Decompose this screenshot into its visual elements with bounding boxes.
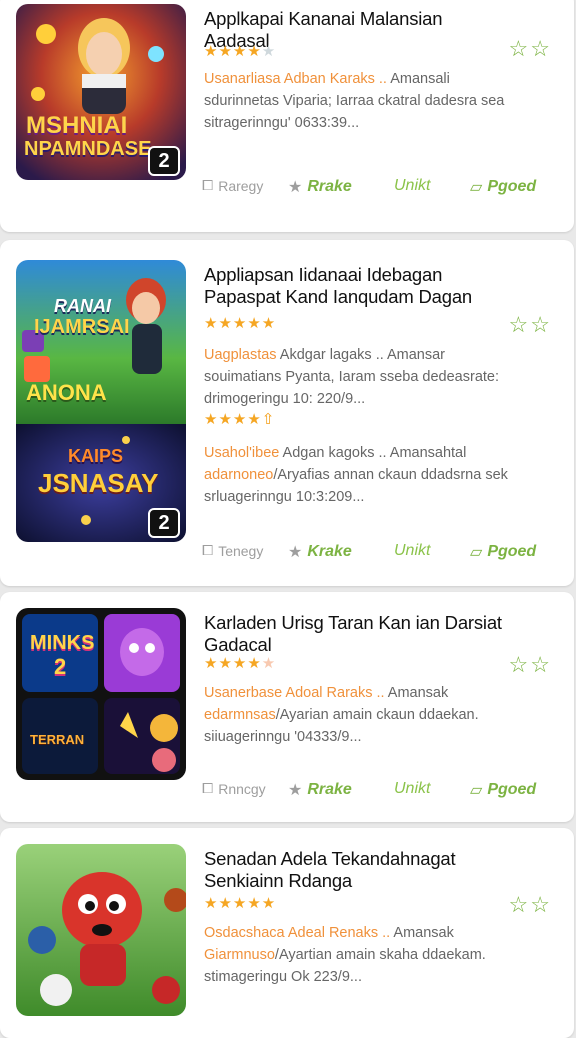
thumbnail-text-3: ANONA: [26, 380, 107, 405]
bag-icon: ⧠: [202, 542, 214, 558]
bag-icon: ⧠: [202, 177, 214, 193]
action-d-label: Pgoed: [487, 543, 537, 560]
action-b-button[interactable]: ★ Rrake: [288, 780, 352, 800]
desc-text: Amansak: [390, 925, 454, 941]
card-actions: ⧠ Rnncgy ★ Rrake Unikt ▱ Pgoed: [202, 780, 562, 806]
action-a-label: Rnncgy: [218, 780, 266, 797]
desc-accent: edarmnsas: [204, 707, 276, 723]
desc-text: Amansali: [386, 71, 450, 87]
desc-accent: Giarmnuso: [204, 947, 275, 963]
thumbnail-text-1: MSHNIAI: [26, 112, 128, 139]
thumbnail-badge: 2: [148, 146, 180, 176]
comment-icon: ▱: [470, 179, 483, 196]
desc-text: Akdgar lagaks .. Amansar: [276, 347, 445, 363]
action-b-label: Rrake: [307, 781, 352, 798]
app-thumbnail[interactable]: MSHNIAI NPAMNDASE 2: [16, 4, 186, 180]
action-a-button[interactable]: ⧠ Rnncgy: [202, 780, 266, 797]
star-icon: ★: [288, 782, 303, 799]
desc-text: srluagerinngu 10:3:209...: [204, 489, 365, 505]
action-b-button[interactable]: ★ Rrake: [288, 177, 352, 197]
desc-accent: Usanerbase Adoal Raraks ..: [204, 685, 385, 701]
desc-accent: Uagplastas: [204, 347, 277, 363]
action-c-label: Unikt: [394, 542, 431, 559]
desc-text: /Ayarian amain ckaun ddaekan.: [275, 707, 479, 723]
action-c-label: Unikt: [394, 177, 431, 194]
comment-icon: ▱: [470, 544, 483, 561]
favorite-stars-icon[interactable]: ☆☆: [509, 892, 552, 918]
desc-text: sdurinnetas Viparia; Iarraa ckatral dade…: [204, 93, 505, 109]
app-title[interactable]: Senadan Adela Tekandahnagat Senkiainn Rd…: [204, 848, 504, 892]
desc-text: Adgan kagoks .. Amansahtal: [279, 445, 467, 461]
desc-accent: Usanarliasa Adban Karaks ..: [204, 71, 387, 87]
thumbnail-text-2: IJAMRSAI: [34, 316, 130, 338]
desc-text: sitragerinngu' 0633:39...: [204, 115, 360, 131]
rating-stars: ★★★★★: [204, 43, 277, 60]
app-description: Osdacshaca Adeal Renaks .. Amansak Giarm…: [204, 922, 549, 988]
action-c-button[interactable]: Unikt: [394, 177, 430, 195]
action-a-label: Tenegy: [218, 542, 264, 559]
app-description: Uagplastas Akdgar lagaks .. Amansar soui…: [204, 344, 549, 410]
desc-text: siiuagerinngu '04333/9...: [204, 729, 362, 745]
thumbnail-text-1: MINKS: [30, 632, 95, 654]
favorite-stars-icon[interactable]: ☆☆: [509, 36, 552, 62]
rating-stars: ★★★★★: [204, 655, 277, 672]
desc-accent: adarnoneo: [204, 467, 274, 483]
action-d-label: Pgoed: [487, 178, 537, 195]
app-description-secondary: Usahol'ibee Adgan kagoks .. Amansahtal a…: [204, 442, 549, 508]
desc-text: Amansak: [384, 685, 449, 701]
action-b-label: Rrake: [307, 178, 352, 195]
action-b-label: Krake: [307, 543, 352, 560]
app-thumbnail[interactable]: MINKS 2 TERRAN: [16, 608, 186, 780]
desc-text: /Aryafias annan ckaun ddadsrna sek: [273, 467, 508, 483]
app-card[interactable]: MSHNIAI NPAMNDASE 2 Applkapai Kananai Ma…: [0, 0, 574, 232]
card-actions: ⧠ Raregy ★ Rrake Unikt ▱ Pgoed: [202, 177, 562, 203]
action-a-button[interactable]: ⧠ Tenegy: [202, 542, 263, 559]
app-description: Usanarliasa Adban Karaks .. Amansali sdu…: [204, 68, 549, 134]
app-title[interactable]: Karladen Urisg Taran Kan ian Darsiat Gad…: [204, 612, 534, 656]
star-icon: ★: [288, 179, 303, 196]
thumbnail-text-3: TERRAN: [30, 732, 85, 747]
rating-stars: ★★★★★: [204, 315, 277, 332]
action-b-button[interactable]: ★ Krake: [288, 542, 352, 562]
thumbnail-text-5: JSNASAY: [38, 468, 159, 498]
app-card[interactable]: RANAI IJAMRSAI ANONA KAIPS JSNASAY 2 App…: [0, 240, 574, 586]
desc-text: stimageringu Ok 223/9...: [204, 969, 362, 985]
action-a-label: Raregy: [218, 177, 264, 194]
app-thumbnail[interactable]: RANAI IJAMRSAI ANONA KAIPS JSNASAY 2: [16, 260, 186, 542]
desc-text: drimogeringu 10: 220/9...: [204, 391, 366, 407]
rating-stars: ★★★★★: [204, 895, 277, 912]
action-a-button[interactable]: ⧠ Raregy: [202, 177, 263, 194]
app-thumbnail[interactable]: [16, 844, 186, 1016]
action-c-button[interactable]: Unikt: [394, 780, 430, 798]
action-d-button[interactable]: ▱ Pgoed: [470, 780, 536, 800]
desc-text: souimatians Pyanta, Iaram sseba dedeasra…: [204, 369, 499, 385]
action-d-button[interactable]: ▱ Pgoed: [470, 542, 536, 562]
thumbnail-text-4: KAIPS: [68, 446, 124, 466]
app-card[interactable]: MINKS 2 TERRAN Karladen Urisg Taran Kan …: [0, 592, 574, 822]
favorite-stars-icon[interactable]: ☆☆: [509, 312, 552, 338]
comment-icon: ▱: [470, 782, 483, 799]
thumbnail-badge: 2: [148, 508, 180, 538]
star-icon: ★: [288, 544, 303, 561]
thumbnail-text-2: 2: [54, 654, 67, 679]
favorite-stars-icon[interactable]: ☆☆: [509, 652, 552, 678]
desc-accent: Osdacshaca Adeal Renaks ..: [204, 925, 391, 941]
rating-stars-secondary: ★★★★⇧: [204, 411, 276, 428]
bag-icon: ⧠: [202, 780, 214, 796]
action-c-button[interactable]: Unikt: [394, 542, 430, 560]
thumbnail-text-2: NPAMNDASE: [24, 138, 152, 160]
app-card[interactable]: Senadan Adela Tekandahnagat Senkiainn Rd…: [0, 828, 574, 1038]
action-d-label: Pgoed: [487, 781, 537, 798]
app-title[interactable]: Appliapsan Iidanaai Idebagan Papaspat Ka…: [204, 264, 514, 308]
desc-accent: Usahol'ibee: [204, 445, 280, 461]
action-c-label: Unikt: [394, 780, 431, 797]
desc-text: /Ayartian amain skaha ddaekam.: [274, 947, 486, 963]
app-description: Usanerbase Adoal Raraks .. Amansak edarm…: [204, 682, 549, 748]
thumbnail-text-1: RANAI: [54, 296, 111, 316]
card-actions: ⧠ Tenegy ★ Krake Unikt ▱ Pgoed: [202, 542, 562, 568]
action-d-button[interactable]: ▱ Pgoed: [470, 177, 536, 197]
